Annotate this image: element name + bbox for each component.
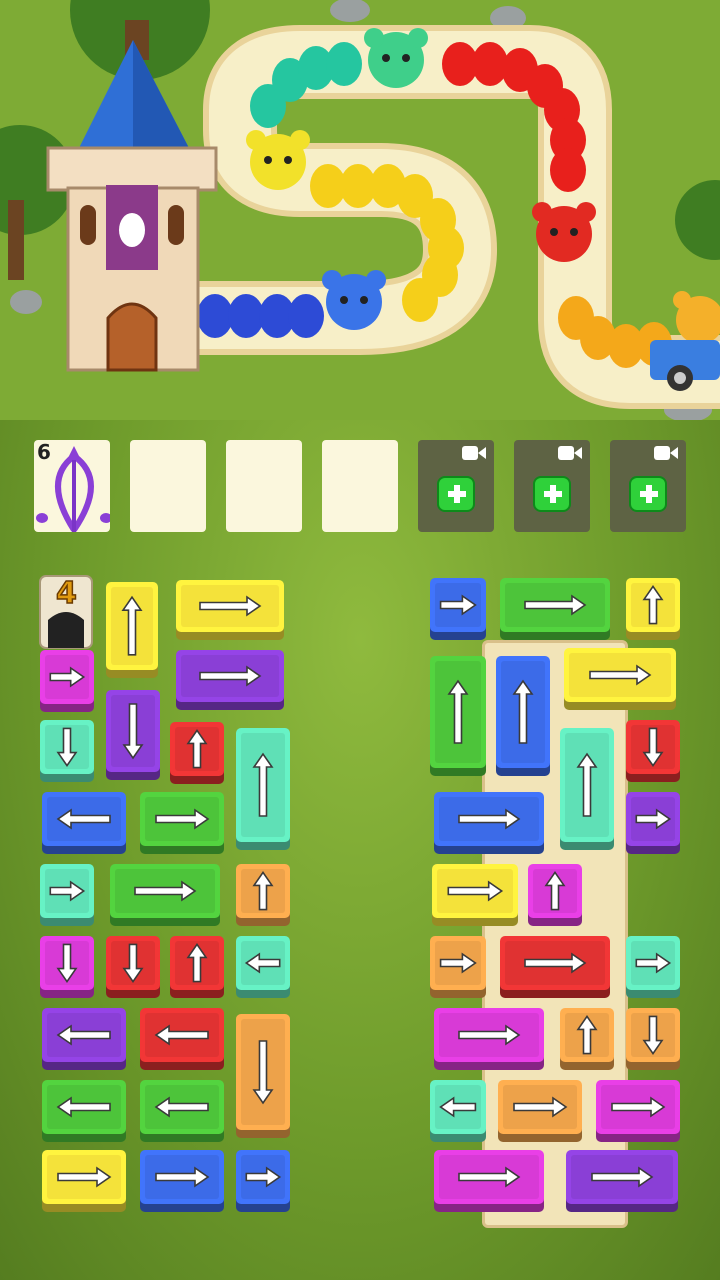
right-tile-red-down[interactable] [626,720,680,782]
right-tile-orange-up[interactable] [560,1008,614,1070]
ad-unlock-slot[interactable] [514,440,590,532]
left-tile-red-down[interactable] [106,936,160,998]
right-tile-yellow-up[interactable] [626,578,680,640]
empty-slot [226,440,302,532]
right-tile-purple-right[interactable] [626,792,680,854]
left-tile-orange-up[interactable] [236,864,290,926]
right-tile-teal-right[interactable] [626,936,680,998]
right-tile-magenta-right[interactable] [434,1008,544,1070]
bow-arrow-icon [36,446,110,532]
plus-icon [533,476,571,512]
left-tile-yellow-right[interactable] [42,1150,126,1212]
left-tile-yellow-right[interactable] [176,580,284,640]
right-tile-yellow-right[interactable] [432,864,518,926]
right-tile-blue-right[interactable] [434,792,544,854]
left-tile-teal-down[interactable] [40,720,94,782]
right-tile-magenta-right[interactable] [434,1150,544,1212]
ad-unlock-slot[interactable] [610,440,686,532]
left-tile-purple-down[interactable] [106,690,160,780]
left-tile-blue-right[interactable] [236,1150,290,1212]
left-tile-teal-right[interactable] [40,864,94,926]
left-tile-green-left[interactable] [140,1080,224,1142]
right-tile-green-up[interactable] [430,656,486,776]
left-tile-green-right[interactable] [140,792,224,854]
right-tile-blue-up[interactable] [496,656,550,776]
left-tile-green-left[interactable] [42,1080,126,1142]
right-tile-magenta-up[interactable] [528,864,582,926]
video-icon [462,446,486,460]
left-tile-magenta-down[interactable] [40,936,94,998]
board-scene [0,0,720,420]
right-tile-orange-right[interactable] [430,936,486,998]
video-icon [558,446,582,460]
left-tile-teal-left[interactable] [236,936,290,998]
bow-slot[interactable]: 6 [34,440,110,532]
empty-slot [130,440,206,532]
left-tile-red-up[interactable] [170,722,224,784]
right-tile-red-right[interactable] [500,936,610,998]
left-tile-purple-right[interactable] [176,650,284,710]
tunnel-count: 4 [55,575,77,612]
left-tile-red-left[interactable] [140,1008,224,1070]
left-tile-blue-left[interactable] [42,792,126,854]
right-tile-magenta-right[interactable] [596,1080,680,1142]
tunnel-icon: 4 [38,574,94,650]
right-tile-purple-right[interactable] [566,1150,678,1212]
plus-icon [629,476,667,512]
left-tile-yellow-up[interactable] [106,582,158,678]
right-tile-orange-down[interactable] [626,1008,680,1070]
right-tile-blue-right[interactable] [430,578,486,640]
left-tile-green-right[interactable] [110,864,220,926]
empty-slot [322,440,398,532]
left-tile-magenta-right[interactable] [40,650,94,712]
right-tile-orange-right[interactable] [498,1080,582,1142]
left-tile-red-up[interactable] [170,936,224,998]
left-tile-teal-up[interactable] [236,728,290,850]
right-tile-teal-left[interactable] [430,1080,486,1142]
right-tile-yellow-right[interactable] [564,648,676,710]
ad-unlock-slot[interactable] [418,440,494,532]
left-tile-blue-right[interactable] [140,1150,224,1212]
left-tile-purple-left[interactable] [42,1008,126,1070]
left-tile-orange-down[interactable] [236,1014,290,1138]
plus-icon [437,476,475,512]
video-icon [654,446,678,460]
right-tile-green-right[interactable] [500,578,610,640]
right-tile-teal-up[interactable] [560,728,614,850]
